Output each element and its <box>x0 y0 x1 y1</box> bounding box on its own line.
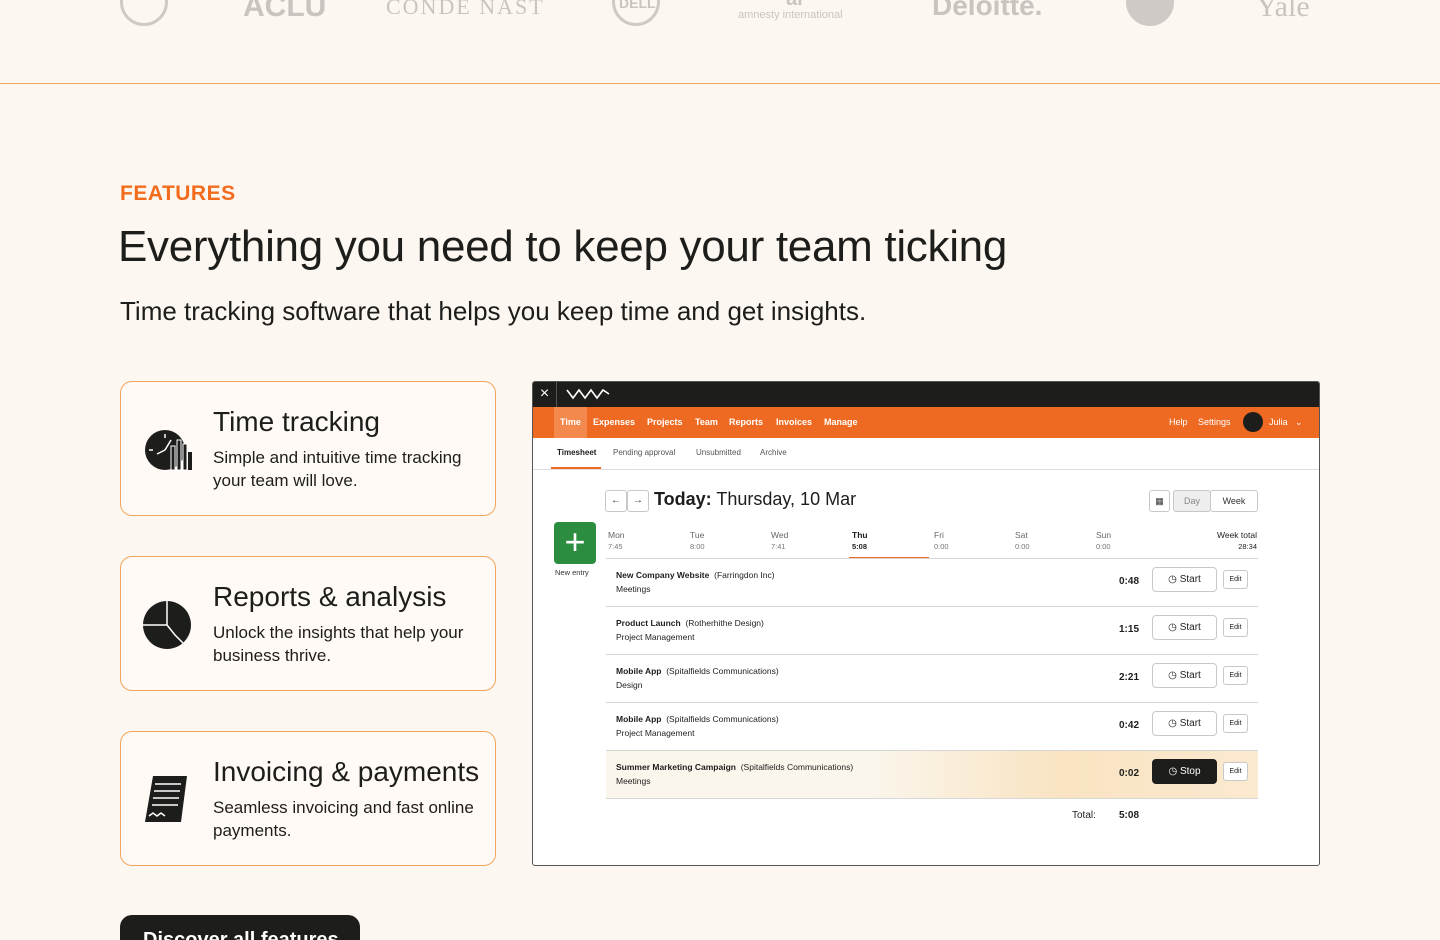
yale-logo: Yale <box>1256 0 1310 23</box>
app-nav: Time Expenses Projects Team Reports Invo… <box>533 407 1319 438</box>
tab-pending-approval[interactable]: Pending approval <box>613 448 675 457</box>
day-sat[interactable]: Sat 0:00 <box>1015 529 1030 553</box>
lululemon-logo <box>1126 0 1174 26</box>
tab-archive[interactable]: Archive <box>760 448 787 457</box>
date-prefix: Today: <box>654 489 712 509</box>
tab-unsubmitted[interactable]: Unsubmitted <box>696 448 741 457</box>
feature-card-reports[interactable]: Reports & analysis Unlock the insights t… <box>120 556 496 691</box>
edit-button[interactable]: Edit <box>1223 714 1248 733</box>
day-fri[interactable]: Fri 0:00 <box>934 529 949 553</box>
new-entry-button[interactable]: + <box>554 522 596 564</box>
active-tab-indicator <box>551 467 601 469</box>
close-icon[interactable]: × <box>533 382 557 407</box>
nav-manage[interactable]: Manage <box>824 407 858 438</box>
card-description: Unlock the insights that help your busin… <box>213 623 464 665</box>
edit-button[interactable]: Edit <box>1223 666 1248 685</box>
subtabs: Timesheet Pending approval Unsubmitted A… <box>533 438 1319 470</box>
week-total: Week total 28:34 <box>1216 530 1257 551</box>
stop-timer-button[interactable]: ◷ Stop <box>1152 759 1217 784</box>
card-description: Seamless invoicing and fast online payme… <box>213 798 474 840</box>
total-value: 5:08 <box>1119 810 1140 821</box>
start-timer-button[interactable]: ◷ Start <box>1152 711 1217 736</box>
row-project: New Company Website (Farringdon Inc) <box>616 570 775 580</box>
view-day-button[interactable]: Day <box>1173 490 1211 512</box>
section-title: Everything you need to keep your team ti… <box>118 222 1008 271</box>
row-project: Product Launch (Rotherhithe Design) <box>616 618 764 628</box>
app-screenshot: × Time Expenses Projects Team Reports In… <box>532 381 1320 866</box>
client-logos: ACLU CONDÉ NAST DELL ai amnesty internat… <box>0 0 1440 84</box>
date-value: Thursday, 10 Mar <box>716 489 857 509</box>
wordpress-logo <box>120 0 168 26</box>
feature-card-time-tracking[interactable]: Time tracking Simple and intuitive time … <box>120 381 496 516</box>
pie-chart-icon <box>143 601 191 649</box>
nav-settings[interactable]: Settings <box>1198 407 1231 438</box>
row-task: Meetings <box>616 776 651 786</box>
row-duration: 1:15 <box>1119 624 1140 635</box>
day-wed[interactable]: Wed 7:41 <box>771 529 788 553</box>
row-duration: 2:21 <box>1119 672 1140 683</box>
row-task: Meetings <box>616 584 651 594</box>
prev-day-button[interactable]: ← <box>605 490 627 512</box>
section-eyebrow: FEATURES <box>120 182 236 205</box>
nav-time[interactable]: Time <box>554 407 587 438</box>
start-timer-button[interactable]: ◷ Start <box>1152 615 1217 640</box>
view-week-button[interactable]: Week <box>1210 490 1258 512</box>
nav-invoices[interactable]: Invoices <box>776 407 812 438</box>
amnesty-logo: amnesty international <box>738 9 843 21</box>
row-project: Summer Marketing Campaign (Spitalfields … <box>616 762 854 772</box>
aclu-logo: ACLU <box>243 0 327 23</box>
day-sun[interactable]: Sun 0:00 <box>1096 529 1111 553</box>
section-subtitle: Time tracking software that helps you ke… <box>120 296 867 326</box>
nav-help[interactable]: Help <box>1169 407 1188 438</box>
total-label: Total: <box>1072 810 1096 821</box>
divider <box>606 798 1258 799</box>
edit-button[interactable]: Edit <box>1223 570 1248 589</box>
deloitte-logo: Deloitte. <box>932 0 1043 21</box>
nav-user[interactable]: Julia <box>1269 407 1288 438</box>
next-day-button[interactable]: → <box>627 490 649 512</box>
card-title: Reports & analysis <box>213 581 447 612</box>
row-task: Project Management <box>616 728 695 738</box>
avatar[interactable] <box>1243 412 1263 432</box>
feature-card-invoicing[interactable]: Invoicing & payments Seamless invoicing … <box>120 731 496 866</box>
tab-timesheet[interactable]: Timesheet <box>557 448 596 457</box>
start-timer-button[interactable]: ◷ Start <box>1152 567 1217 592</box>
chevron-down-icon[interactable]: ⌄ <box>1295 407 1303 438</box>
edit-button[interactable]: Edit <box>1223 618 1248 637</box>
row-project: Mobile App (Spitalfields Communications) <box>616 714 779 724</box>
new-entry-label: New entry <box>555 568 589 577</box>
app-titlebar: × <box>533 382 1319 407</box>
nav-reports[interactable]: Reports <box>729 407 763 438</box>
date-title: Today: Thursday, 10 Mar <box>654 489 856 510</box>
card-description: Simple and intuitive time tracking your … <box>213 448 462 490</box>
table-row: Mobile App (Spitalfields Communications)… <box>606 655 1258 703</box>
clock-chart-icon <box>145 430 192 471</box>
row-duration: 0:42 <box>1119 720 1140 731</box>
row-duration: 0:02 <box>1119 768 1140 779</box>
harvest-logo-icon <box>566 388 610 400</box>
nav-projects[interactable]: Projects <box>647 407 683 438</box>
row-duration: 0:48 <box>1119 576 1140 587</box>
nav-team[interactable]: Team <box>695 407 718 438</box>
conde-nast-logo: CONDÉ NAST <box>386 0 545 19</box>
table-row-running: Summer Marketing Campaign (Spitalfields … <box>606 751 1258 799</box>
row-task: Design <box>616 680 643 690</box>
discover-features-button[interactable]: Discover all features <box>120 915 360 940</box>
calendar-icon[interactable]: ▦ <box>1149 490 1170 512</box>
card-title: Invoicing & payments <box>213 756 480 787</box>
edit-button[interactable]: Edit <box>1223 762 1248 781</box>
dell-logo-text: DELL <box>619 0 656 11</box>
day-mon[interactable]: Mon 7:45 <box>608 529 625 553</box>
row-task: Project Management <box>616 632 695 642</box>
invoice-icon <box>145 776 187 822</box>
card-title: Time tracking <box>213 406 381 437</box>
day-tue[interactable]: Tue 8:00 <box>690 529 705 553</box>
table-row: Mobile App (Spitalfields Communications)… <box>606 703 1258 751</box>
table-row: New Company Website (Farringdon Inc) Mee… <box>606 559 1258 607</box>
row-project: Mobile App (Spitalfields Communications) <box>616 666 779 676</box>
table-row: Product Launch (Rotherhithe Design) Proj… <box>606 607 1258 655</box>
day-thu[interactable]: Thu 5:08 <box>852 529 868 553</box>
start-timer-button[interactable]: ◷ Start <box>1152 663 1217 688</box>
nav-expenses[interactable]: Expenses <box>593 407 635 438</box>
